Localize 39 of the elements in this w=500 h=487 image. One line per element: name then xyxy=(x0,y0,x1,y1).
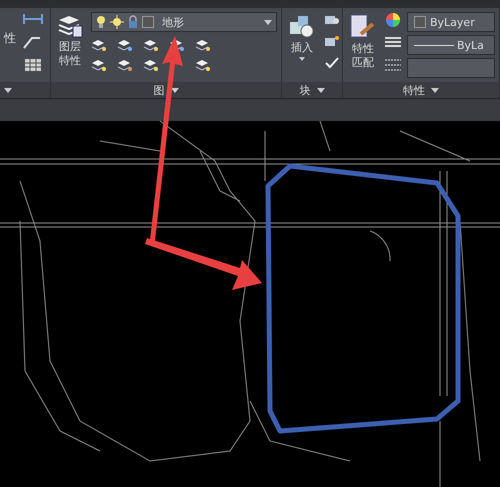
sun-icon xyxy=(110,15,124,29)
panel-title[interactable]: 特性 xyxy=(403,82,425,98)
lineweight-icon[interactable] xyxy=(385,36,401,50)
match-properties-button[interactable]: 特性匹配 xyxy=(347,12,379,73)
caret-icon[interactable] xyxy=(170,88,178,92)
panel-title[interactable]: 块 xyxy=(300,82,310,98)
color-swatch xyxy=(142,16,154,28)
selected-polyline[interactable] xyxy=(266,164,460,434)
insert-button[interactable]: 插入 xyxy=(286,12,318,63)
table-icon[interactable] xyxy=(24,58,42,72)
block-icon[interactable] xyxy=(324,34,340,48)
padlock-icon xyxy=(128,15,138,29)
layer-tool-icon[interactable] xyxy=(143,58,159,72)
caret-icon xyxy=(264,20,272,24)
caret-icon[interactable] xyxy=(316,88,324,92)
button-label[interactable]: 性 xyxy=(4,30,16,47)
linetype-icon[interactable] xyxy=(385,58,401,72)
lightbulb-icon xyxy=(96,15,106,29)
color-wheel-icon[interactable] xyxy=(385,12,401,28)
layer-properties-button[interactable]: 图层特性 xyxy=(55,12,85,71)
insert-block-icon xyxy=(288,14,316,38)
linetype-dropdown[interactable]: ByLa xyxy=(407,35,495,55)
caret-icon[interactable] xyxy=(4,88,12,92)
brush-icon xyxy=(349,14,377,40)
dimension-icon[interactable] xyxy=(22,12,44,26)
layer-tool-icon[interactable] xyxy=(117,38,133,52)
layers-icon xyxy=(57,14,83,38)
panel-title[interactable]: 图 xyxy=(154,82,164,98)
layer-tool-icon[interactable] xyxy=(195,38,211,52)
color-dropdown[interactable]: ByLayer xyxy=(407,12,495,32)
layer-tool-icon[interactable] xyxy=(117,58,133,72)
caret-icon[interactable] xyxy=(431,88,439,92)
layer-dropdown[interactable]: 地形 xyxy=(91,12,277,32)
layer-tool-icon[interactable] xyxy=(195,58,211,72)
layer-tool-icon[interactable] xyxy=(143,38,159,52)
checkmark-icon[interactable] xyxy=(324,56,340,70)
caret-icon xyxy=(299,57,305,61)
layer-tool-icon[interactable] xyxy=(91,38,107,52)
layer-tool-icon[interactable] xyxy=(91,58,107,72)
